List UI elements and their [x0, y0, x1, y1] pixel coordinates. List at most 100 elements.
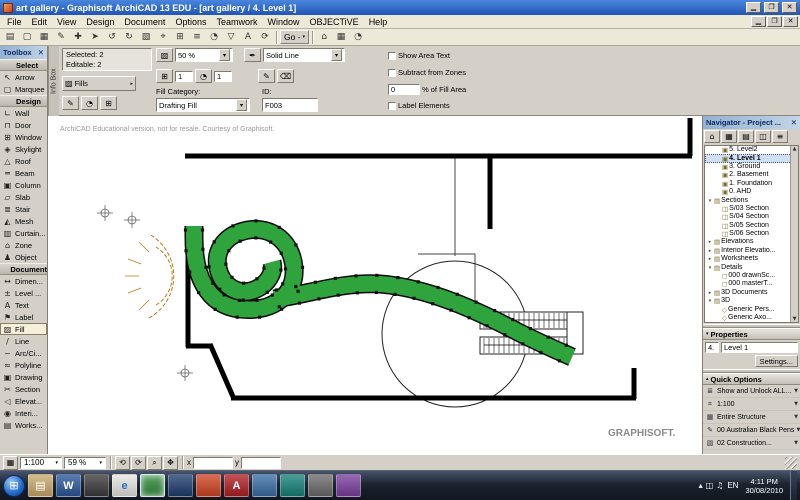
menu-item[interactable]: Help [364, 17, 393, 27]
line-type-dropdown[interactable]: Solid Line ▾ [263, 48, 345, 62]
navigator-toolbar-button[interactable]: ◫ [755, 130, 771, 143]
tree-item[interactable]: ▸ ▤ Elevations [705, 238, 798, 246]
fill-area-field[interactable]: 0 [388, 84, 420, 95]
quick-option-row[interactable]: ▦ Entire Structure ▼ [703, 411, 800, 424]
tree-expand-icon[interactable]: ▸ [707, 255, 713, 263]
navigator-title-bar[interactable]: Navigator - Project ... ✕ [703, 116, 800, 129]
tree-expand-icon[interactable]: ▸ [707, 238, 713, 246]
menu-item[interactable]: View [52, 17, 81, 27]
tree-item[interactable]: ◇ Generic Axo... [705, 314, 798, 322]
tree-item[interactable]: ◫ S/03 Section [705, 205, 798, 213]
quick-option-row[interactable]: ≣ Show and Unlock ALL... ▼ [703, 385, 800, 398]
toolbox-tool[interactable]: ▢ Marquee [0, 83, 47, 95]
resize-grip[interactable] [785, 456, 797, 469]
taskbar-app-icon[interactable] [168, 474, 193, 497]
tree-item[interactable]: ◫ S/05 Section [705, 222, 798, 230]
tree-item[interactable]: ▣ 0. AHD [705, 188, 798, 196]
menu-item[interactable]: OBJECTiVE [305, 17, 364, 27]
minimize-button[interactable]: ▁ [746, 2, 761, 13]
tree-item[interactable]: ▣ 4. Level 1 [705, 154, 798, 163]
tree-item[interactable]: ▾ ▤ Sections [705, 196, 798, 205]
label-elements-checkbox[interactable] [388, 101, 396, 110]
navigator-toolbar-button[interactable]: ▤ [738, 130, 754, 143]
taskbar-app-icon[interactable] [84, 474, 109, 497]
navigator-close-icon[interactable]: ✕ [791, 118, 797, 127]
tree-expand-icon[interactable]: ▾ [707, 297, 713, 305]
toolbar-button[interactable]: ≡ [189, 30, 205, 44]
tree-item[interactable]: ▣ 3. Ground [705, 163, 798, 171]
taskbar-app-icon[interactable]: W [56, 474, 81, 497]
start-button[interactable]: ⊞ [3, 474, 25, 497]
taskbar-app-icon[interactable]: A [224, 474, 249, 497]
toolbox-tool[interactable]: / Line [0, 335, 47, 347]
fill-opacity-dropdown[interactable]: 50 % ▾ [175, 48, 233, 62]
view-control-button[interactable]: ⟳ [131, 455, 146, 470]
navigator-toolbar-button[interactable]: ▦ [721, 130, 737, 143]
info-box-tab[interactable]: Info Box [48, 46, 59, 116]
properties-header[interactable]: ▾ Properties [703, 328, 800, 340]
taskbar-app-icon[interactable] [280, 474, 305, 497]
fill-pen-field[interactable]: 1 [214, 70, 232, 82]
wall[interactable] [185, 118, 693, 401]
toolbox-tool[interactable]: ≈ Polyline [0, 359, 47, 371]
tree-item[interactable]: ▾ ▤ Details [705, 263, 798, 272]
fills-settings-button[interactable]: ▨ Fills ▸ [62, 76, 136, 91]
tree-item[interactable]: ▣ 1. Foundation [705, 180, 798, 188]
tree-item[interactable]: ◻ 000 drawnSc... [705, 272, 798, 280]
taskbar-app-icon[interactable]: e [112, 474, 137, 497]
toolbox-tool[interactable]: ± Level ... [0, 287, 47, 299]
fill-pattern-icon[interactable]: ▨ [156, 48, 173, 62]
tray-icon[interactable]: ◫ [706, 481, 714, 490]
toolbar-button[interactable]: ✎ [53, 30, 69, 44]
toolbar-button[interactable]: ↺ [104, 30, 120, 44]
pen-icon[interactable]: ✒ [244, 48, 261, 62]
menu-item[interactable]: Design [81, 17, 119, 27]
tray-icon[interactable]: ▴ [699, 481, 703, 490]
toolbar-button[interactable]: ✚ [70, 30, 86, 44]
tree-item[interactable]: ▣ 5. Level2 [705, 146, 798, 154]
mdi-close-button[interactable]: ✕ [783, 16, 798, 27]
scale-dropdown[interactable]: 1:100 ▾ [20, 456, 62, 469]
go-dropdown[interactable]: Go - ▾ [280, 30, 310, 44]
toolbox-tool[interactable]: ↔ Dimen... [0, 275, 47, 287]
menu-item[interactable]: Window [262, 17, 304, 27]
menu-item[interactable]: File [2, 17, 27, 27]
taskbar-app-icon[interactable] [140, 474, 165, 497]
edit-pen-icon[interactable]: ✎ [258, 69, 275, 83]
tree-expand-icon[interactable]: ▸ [707, 289, 713, 297]
toolbox-tool[interactable]: ═ Beam [0, 167, 47, 179]
toolbar-button[interactable]: ▤ [2, 30, 18, 44]
tree-scrollbar[interactable]: ▲ ▼ [790, 146, 798, 322]
toolbox-tool[interactable]: ⌂ Zone [0, 239, 47, 251]
tree-item[interactable]: ▾ ▤ 3D [705, 297, 798, 305]
toolbar-button[interactable]: ⌖ [155, 30, 171, 44]
toolbox-tool[interactable]: ⚑ Label [0, 311, 47, 323]
toolbox-tool[interactable]: Select [0, 59, 47, 71]
fill-category-dropdown[interactable]: Drafting Fill ▾ [156, 98, 250, 112]
tree-item[interactable]: ▣ 2. Basement [705, 171, 798, 179]
tray-icon[interactable]: ♫ [716, 481, 723, 490]
toolbox-tool[interactable]: ▨ Fill [0, 323, 47, 335]
toolbar-button[interactable]: ▢ [19, 30, 35, 44]
toolbox-tool[interactable]: ▣ Drawing [0, 371, 47, 383]
coord-x-field[interactable] [193, 456, 233, 469]
quick-options-header[interactable]: ▴ Quick Options [703, 373, 800, 385]
toolbox-tool[interactable]: ◁ Elevat... [0, 395, 47, 407]
taskbar-app-icon[interactable] [308, 474, 333, 497]
tree-item[interactable]: ▸ ▤ Worksheets [705, 255, 798, 263]
view-control-button[interactable]: ✥ [163, 455, 178, 470]
toolbox-tool[interactable]: A Text [0, 299, 47, 311]
toolbox-tool[interactable]: ◉ Interi... [0, 407, 47, 419]
quick-option-row[interactable]: ⌗ 1:100 ▼ [703, 398, 800, 411]
show-desktop-button[interactable] [790, 470, 797, 500]
close-button[interactable]: ✕ [782, 2, 797, 13]
toolbar-button[interactable]: ▧ [138, 30, 154, 44]
language-indicator[interactable]: EN [727, 481, 738, 490]
view-control-button[interactable]: ⟲ [115, 455, 130, 470]
toolbox-tool[interactable]: ◭ Mesh [0, 215, 47, 227]
show-area-text-checkbox[interactable] [388, 51, 396, 60]
navigator-toolbar-button[interactable]: ≡ [772, 130, 788, 143]
tree-item[interactable]: ▸ ▤ 3D Documents [705, 289, 798, 297]
taskbar-app-icon[interactable]: ▤ [28, 474, 53, 497]
toolbar-button[interactable]: ↻ [121, 30, 137, 44]
